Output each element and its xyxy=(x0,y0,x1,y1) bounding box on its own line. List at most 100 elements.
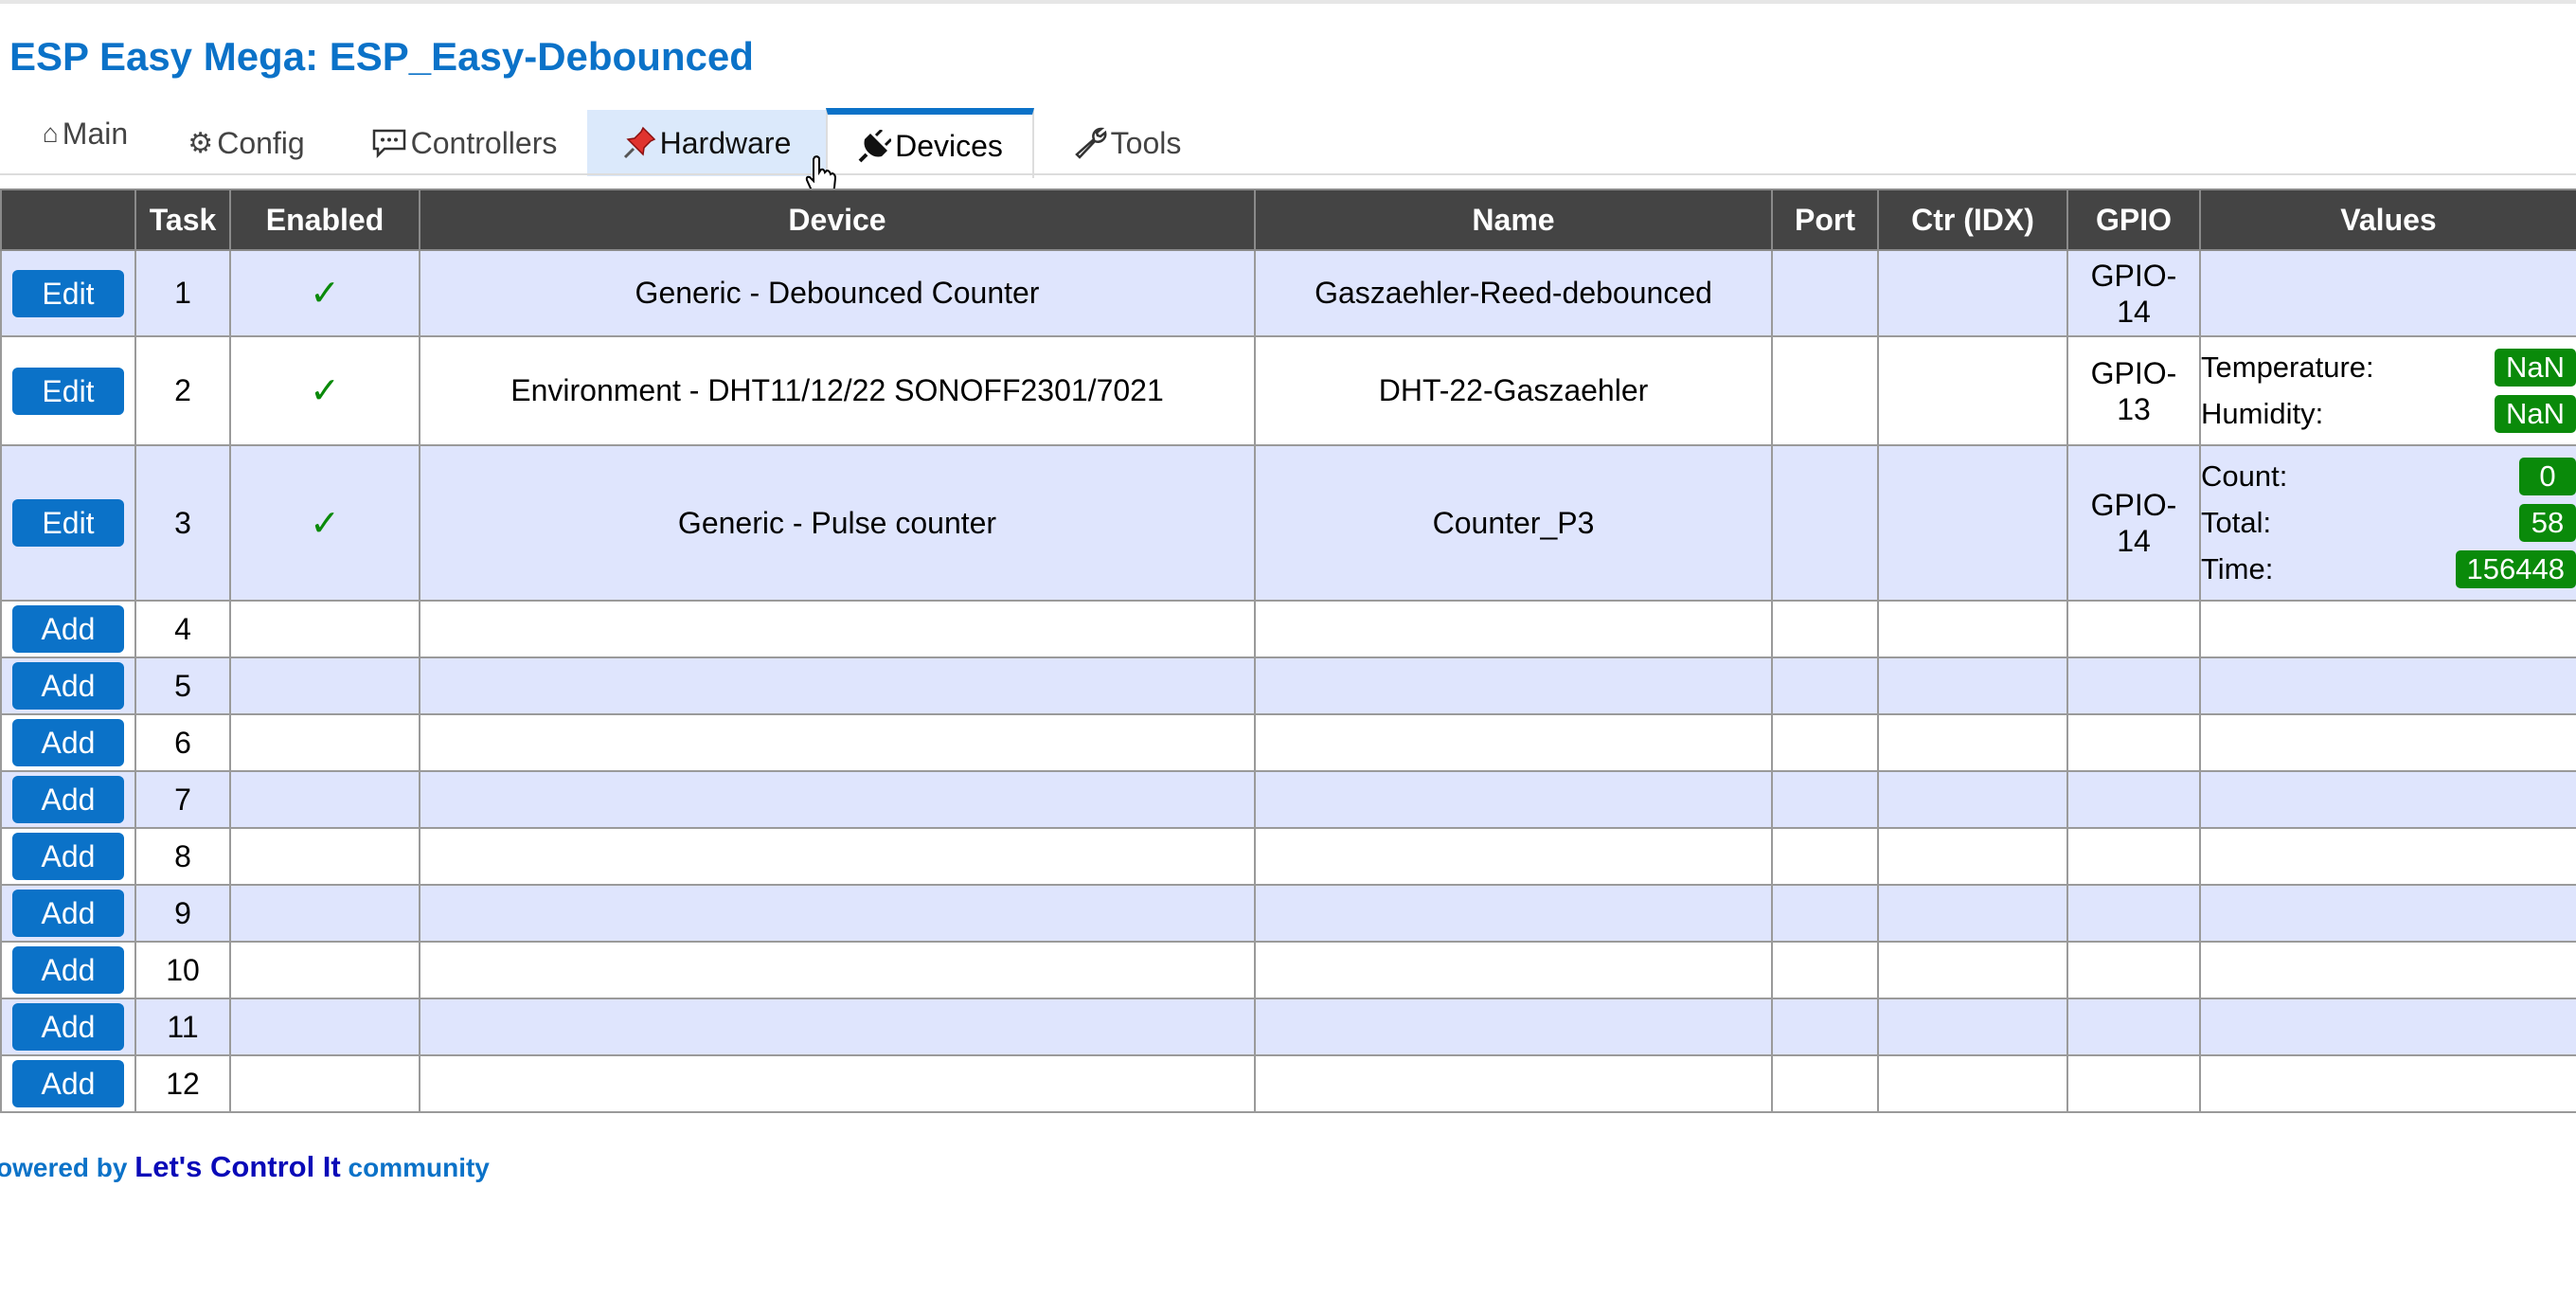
edit-button[interactable]: Edit xyxy=(12,499,124,547)
task-number: 4 xyxy=(134,600,231,658)
values-cell: Count: 0 Total: 58 Time: 156448 xyxy=(2199,444,2576,602)
footer-suffix: community xyxy=(348,1153,490,1182)
gpio-prefix: GPIO- xyxy=(2090,258,2177,293)
gpio-prefix: GPIO- xyxy=(2090,355,2177,390)
table-row: Add 4 xyxy=(0,600,2576,658)
tab-config-label: Config xyxy=(217,125,305,160)
add-button[interactable]: Add xyxy=(12,890,124,937)
add-button[interactable]: Add xyxy=(12,833,124,880)
table-row: Add 5 xyxy=(0,656,2576,715)
gpio-cell: GPIO- 14 xyxy=(2066,444,2201,602)
edit-button[interactable]: Edit xyxy=(12,367,124,415)
table-row: Add 12 xyxy=(0,1054,2576,1113)
gpio-pin: 14 xyxy=(2117,524,2151,558)
task-name: DHT-22-Gaszaehler xyxy=(1254,335,1773,446)
enabled-check-icon: ✓ xyxy=(310,503,340,544)
device-type: Generic - Pulse counter xyxy=(419,444,1256,602)
task-number: 10 xyxy=(134,941,231,999)
header-gpio: GPIO xyxy=(2066,189,2201,251)
tab-controllers-label: Controllers xyxy=(410,125,558,160)
add-button[interactable]: Add xyxy=(12,605,124,653)
tab-main[interactable]: ⌂ Main xyxy=(28,100,142,167)
tab-bar-border xyxy=(0,173,2576,175)
devices-table: Task Enabled Device Name Port Ctr (IDX) … xyxy=(0,189,2576,1113)
gpio-prefix: GPIO- xyxy=(2090,488,2177,522)
value-row: Temperature: NaN xyxy=(2201,345,2576,391)
add-button[interactable]: Add xyxy=(12,946,124,994)
value-label: Count: xyxy=(2201,459,2288,493)
tab-tools-label: Tools xyxy=(1110,125,1182,160)
value-row: Total: 58 xyxy=(2201,500,2576,547)
tab-config[interactable]: ⚙ Config xyxy=(180,110,313,176)
tab-devices-label: Devices xyxy=(895,129,1003,163)
add-button[interactable]: Add xyxy=(12,1003,124,1051)
table-row: Edit 1 ✓ Generic - Debounced Counter Gas… xyxy=(0,249,2576,337)
gpio-cell: GPIO- 13 xyxy=(2066,335,2201,446)
task-name: Gaszaehler-Reed-debounced xyxy=(1254,249,1773,337)
value-row: Time: 156448 xyxy=(2201,547,2576,593)
enabled-check-icon: ✓ xyxy=(310,274,340,314)
tab-controllers[interactable]: Controllers xyxy=(360,110,568,176)
footer: owered by Let's Control It community xyxy=(0,1150,490,1184)
table-row: Add 6 xyxy=(0,713,2576,772)
tab-bar: ⌂ Main ⚙ Config Controllers Hardware Dev… xyxy=(0,108,2576,178)
tab-hardware[interactable]: Hardware xyxy=(587,110,826,176)
pushpin-icon xyxy=(622,126,656,160)
table-header: Task Enabled Device Name Port Ctr (IDX) … xyxy=(0,189,2576,251)
home-icon: ⌂ xyxy=(42,118,59,148)
gear-icon: ⚙ xyxy=(188,127,214,159)
task-number: 3 xyxy=(134,444,231,602)
top-border xyxy=(0,0,2576,4)
gpio-pin: 13 xyxy=(2117,391,2151,426)
port-cell xyxy=(1771,444,1879,602)
header-task: Task xyxy=(134,189,231,251)
device-type: Generic - Debounced Counter xyxy=(419,249,1256,337)
tab-tools[interactable]: Tools xyxy=(1061,110,1193,176)
value-badge: 156448 xyxy=(2455,550,2576,588)
tab-devices[interactable]: Devices xyxy=(826,108,1034,178)
add-button[interactable]: Add xyxy=(12,662,124,710)
ctr-idx-cell xyxy=(1877,249,2068,337)
page-title: ESP Easy Mega: ESP_Easy-Debounced xyxy=(9,34,754,79)
value-badge: 58 xyxy=(2519,504,2576,542)
task-number: 7 xyxy=(134,770,231,829)
header-name: Name xyxy=(1254,189,1773,251)
header-ctr-idx: Ctr (IDX) xyxy=(1877,189,2068,251)
edit-button[interactable]: Edit xyxy=(12,269,124,317)
value-label: Temperature: xyxy=(2201,351,2374,384)
values-cell xyxy=(2199,249,2576,337)
value-label: Time: xyxy=(2201,552,2274,585)
add-button[interactable]: Add xyxy=(12,719,124,766)
task-number: 2 xyxy=(134,335,231,446)
value-badge: NaN xyxy=(2494,349,2576,387)
table-row: Add 10 xyxy=(0,941,2576,999)
value-row: Humidity: NaN xyxy=(2201,391,2576,438)
values-cell: Temperature: NaN Humidity: NaN xyxy=(2199,335,2576,446)
header-port: Port xyxy=(1771,189,1879,251)
header-enabled: Enabled xyxy=(229,189,420,251)
device-type: Environment - DHT11/12/22 SONOFF2301/702… xyxy=(419,335,1256,446)
gpio-cell: GPIO- 14 xyxy=(2066,249,2201,337)
task-number: 12 xyxy=(134,1054,231,1113)
value-label: Humidity: xyxy=(2201,397,2324,430)
task-number: 8 xyxy=(134,827,231,886)
footer-link[interactable]: Let's Control It xyxy=(134,1150,340,1183)
tab-main-label: Main xyxy=(62,116,129,151)
value-label: Total: xyxy=(2201,506,2272,539)
gpio-pin: 14 xyxy=(2117,294,2151,329)
add-button[interactable]: Add xyxy=(12,1060,124,1107)
table-row: Add 9 xyxy=(0,884,2576,943)
task-number: 6 xyxy=(134,713,231,772)
task-number: 1 xyxy=(134,249,231,337)
task-name: Counter_P3 xyxy=(1254,444,1773,602)
enabled-check-icon: ✓ xyxy=(310,371,340,411)
header-device: Device xyxy=(419,189,1256,251)
table-row: Add 8 xyxy=(0,827,2576,886)
table-row: Add 7 xyxy=(0,770,2576,829)
value-badge: NaN xyxy=(2494,395,2576,433)
table-row: Edit 3 ✓ Generic - Pulse counter Counter… xyxy=(0,444,2576,602)
task-number: 5 xyxy=(134,656,231,715)
table-row: Edit 2 ✓ Environment - DHT11/12/22 SONOF… xyxy=(0,335,2576,446)
add-button[interactable]: Add xyxy=(12,776,124,823)
value-badge: 0 xyxy=(2519,458,2576,495)
